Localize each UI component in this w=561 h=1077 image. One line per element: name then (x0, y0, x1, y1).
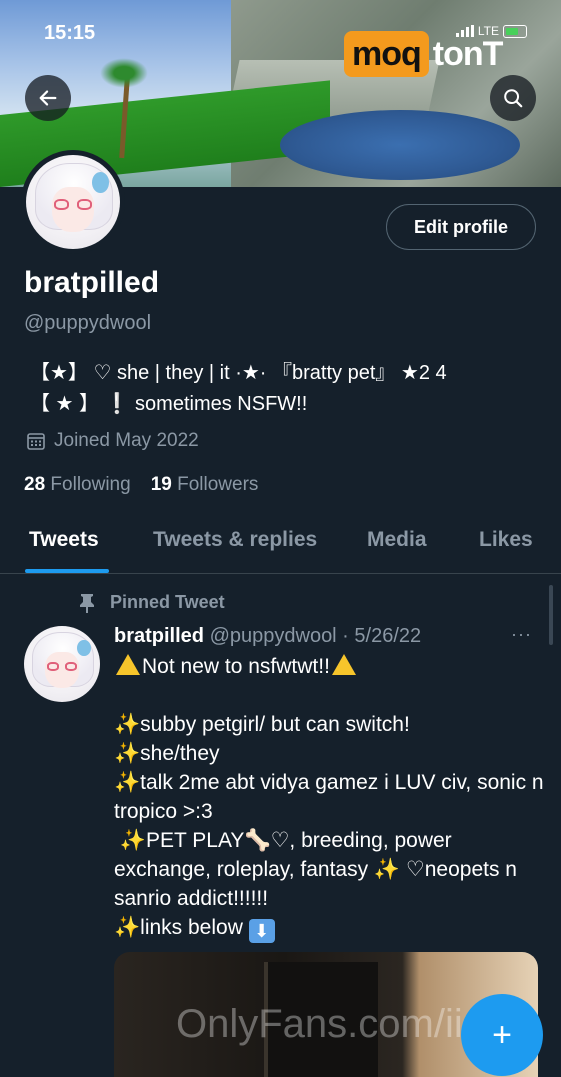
battery-icon (503, 24, 527, 38)
following-label: Following (50, 474, 131, 495)
pin-icon (80, 593, 94, 613)
tab-media[interactable]: Media (367, 528, 427, 552)
down-arrow-icon: ⬇ (248, 919, 275, 943)
tweet-author-name[interactable]: bratpilled (114, 625, 204, 647)
edit-profile-button[interactable]: Edit profile (386, 204, 536, 250)
joined-date: Joined May 2022 (26, 430, 199, 452)
avatar-image (26, 155, 120, 249)
profile-avatar[interactable] (21, 150, 125, 254)
sparkles-icon: ✨ (119, 829, 146, 852)
following-link[interactable]: 28 Following (24, 474, 131, 496)
tweet-line: ✨talk 2me abt vidya gamez i LUV civ, son… (114, 768, 544, 826)
bio-line: 【 ★ 】 ❕ sometimes NSFW!! (30, 393, 308, 415)
following-count: 28 (24, 474, 46, 495)
tab-tweets[interactable]: Tweets (29, 528, 99, 552)
sparkles-icon: ✨ (114, 771, 141, 794)
tweet-text: Not new to nsfwtwt!! ✨subby petgirl/ but… (114, 652, 544, 943)
pinned-label: Pinned Tweet (110, 592, 225, 612)
search-icon (504, 89, 523, 108)
followers-link[interactable]: 19 Followers (151, 474, 259, 496)
tweet-line: ✨subby petgirl/ but can switch! (114, 710, 544, 739)
status-time: 15:15 (44, 22, 96, 44)
joined-label: Joined May 2022 (54, 430, 199, 451)
tab-tweets-replies[interactable]: Tweets & replies (153, 528, 317, 552)
compose-tweet-button[interactable]: + (461, 994, 543, 1076)
tweet-line-text: subby petgirl/ but can switch! (140, 713, 410, 736)
tweet-line: ✨she/they (114, 739, 544, 768)
profile-handle: @puppydwool (24, 312, 152, 334)
avatar-glasses (46, 661, 78, 671)
scrollbar[interactable] (549, 585, 553, 645)
display-name: bratpilled (24, 266, 160, 299)
tweet-header: bratpilled @puppydwool · 5/26/22 (114, 625, 421, 648)
tweet-handle-date: @puppydwool · 5/26/22 (209, 625, 422, 647)
tweet-line-text: she/they (140, 742, 220, 765)
watermark-badge: moq (344, 31, 429, 77)
back-button[interactable] (25, 75, 71, 121)
site-watermark: moq tonT (344, 30, 504, 78)
tweet-line: ✨PET PLAY🦴♡, breeding, power exchange, r… (114, 826, 544, 913)
arrow-left-icon (39, 90, 57, 106)
avatar-accent (91, 171, 109, 193)
watermark-text: tonT (432, 35, 504, 73)
search-button[interactable] (490, 75, 536, 121)
tab-likes[interactable]: Likes (479, 528, 533, 552)
profile-tabs: Tweets Tweets & replies Media Likes (0, 522, 561, 574)
followers-label: Followers (177, 474, 259, 495)
sparkles-icon: ✨ (114, 713, 141, 736)
sparkles-icon: ✨ (114, 742, 141, 765)
calendar-icon (27, 433, 45, 450)
tweet-avatar[interactable] (24, 626, 100, 702)
followers-count: 19 (150, 474, 172, 495)
banner-water (280, 110, 520, 180)
tweet-line-text: Not new to nsfwtwt!! (142, 655, 330, 678)
profile-bio: 【★】 ♡ she | they | it ·★· 『bratty pet』 ★… (30, 358, 540, 420)
tweet-line-text: PET PLAY🦴♡, breeding, power exchange, ro… (114, 829, 517, 910)
tweet-line-text: talk 2me abt vidya gamez i LUV civ, soni… (114, 771, 544, 823)
more-options-icon[interactable]: ··· (511, 624, 532, 645)
bio-line: 【★】 ♡ she | they | it ·★· 『bratty pet』 ★… (30, 362, 447, 384)
tweet-line: Not new to nsfwtwt!! (114, 652, 544, 681)
follow-stats: 28 Following 19 Followers (24, 474, 258, 496)
warning-icon (331, 654, 356, 675)
avatar-glasses (54, 199, 92, 211)
active-tab-indicator (25, 569, 109, 573)
sparkles-icon: ✨ (114, 916, 141, 939)
tweet-line-text: links below (140, 916, 243, 939)
tweet-line: ✨links below ⬇ (114, 913, 544, 943)
pinned-indicator: Pinned Tweet (78, 592, 225, 613)
avatar-accent (77, 639, 91, 657)
warning-icon (116, 654, 140, 675)
